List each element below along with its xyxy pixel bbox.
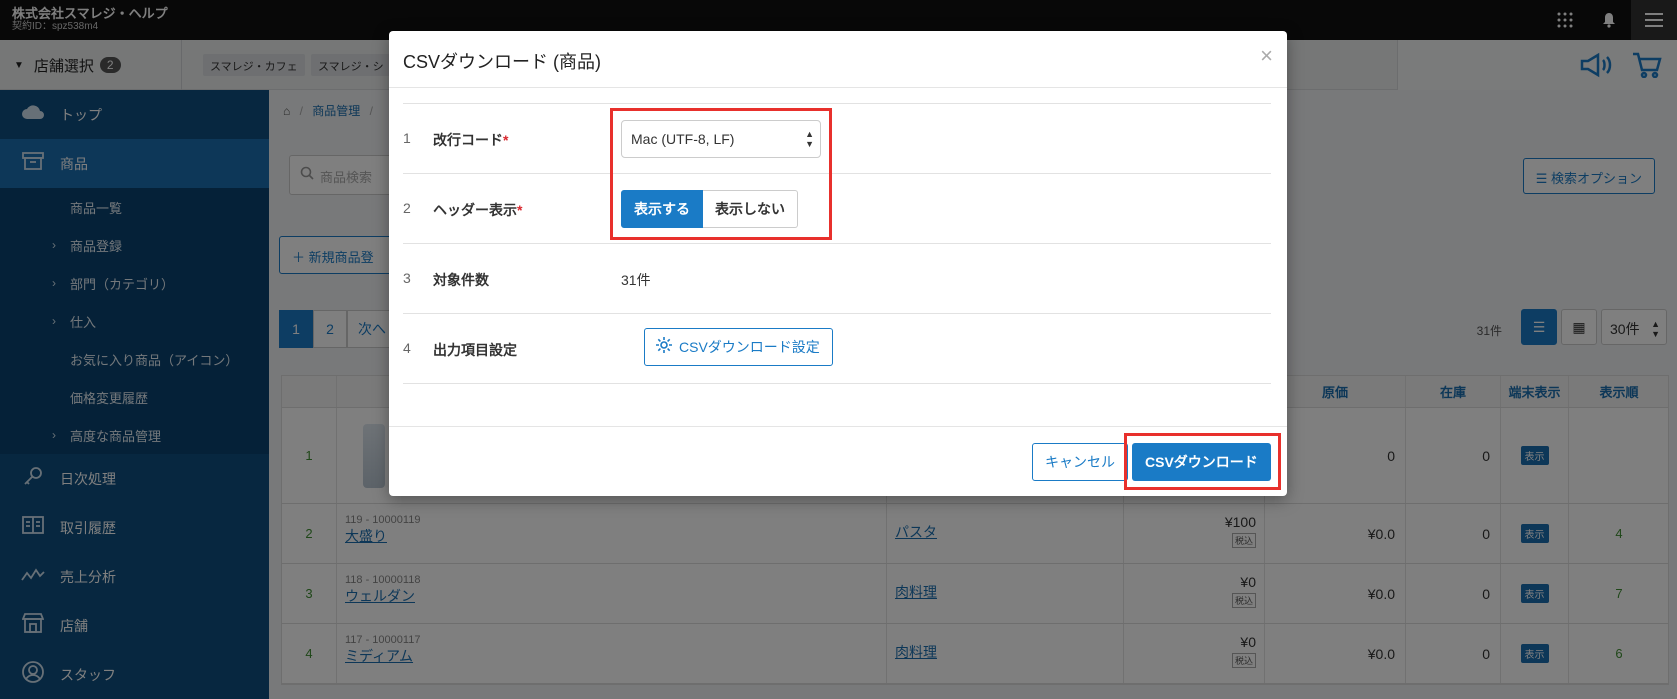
modal-title: CSVダウンロード (商品) — [403, 52, 601, 72]
csv-download-modal: CSVダウンロード (商品) × 1 改行コード* Mac (UTF-8, LF… — [389, 31, 1287, 496]
csv-settings-button[interactable]: CSVダウンロード設定 — [644, 328, 833, 366]
modal-header: CSVダウンロード (商品) × — [389, 31, 1287, 88]
gear-icon — [655, 336, 673, 359]
linebreak-value: Mac (UTF-8, LF) — [631, 131, 735, 147]
sort-arrows-icon: ▲▼ — [805, 129, 814, 149]
cancel-button[interactable]: キャンセル — [1032, 443, 1128, 481]
setting-row-count: 3 対象件数 31件 — [403, 244, 1271, 314]
modal-footer: キャンセル CSVダウンロード — [389, 426, 1287, 496]
target-count: 31件 — [621, 272, 651, 288]
setting-row-output: 4 出力項目設定 CSVダウンロード設定 — [403, 314, 1271, 384]
close-icon[interactable]: × — [1260, 43, 1273, 69]
setting-row-linebreak: 1 改行コード* Mac (UTF-8, LF) ▲ ▼ — [403, 104, 1271, 174]
header-toggle: 表示する 表示しない — [621, 190, 798, 228]
show-header-button[interactable]: 表示する — [621, 190, 703, 228]
row-number: 4 — [403, 340, 411, 356]
row-number: 3 — [403, 270, 411, 286]
required-mark: * — [503, 132, 509, 148]
required-mark: * — [517, 202, 523, 218]
setting-row-header: 2 ヘッダー表示* 表示する 表示しない — [403, 174, 1271, 244]
linebreak-select[interactable]: Mac (UTF-8, LF) ▲ ▼ — [621, 120, 821, 158]
row-number: 2 — [403, 200, 411, 216]
row-label: 出力項目設定 — [433, 342, 517, 358]
row-label: ヘッダー表示* — [433, 200, 522, 220]
row-number: 1 — [403, 130, 411, 146]
row-label: 対象件数 — [433, 272, 489, 288]
hide-header-button[interactable]: 表示しない — [703, 190, 798, 228]
row-label: 改行コード* — [433, 130, 508, 150]
csv-download-button[interactable]: CSVダウンロード — [1132, 443, 1271, 481]
csv-settings-label: CSVダウンロード設定 — [679, 339, 820, 355]
label-text: 改行コード — [433, 132, 503, 148]
label-text: ヘッダー表示 — [433, 202, 517, 218]
